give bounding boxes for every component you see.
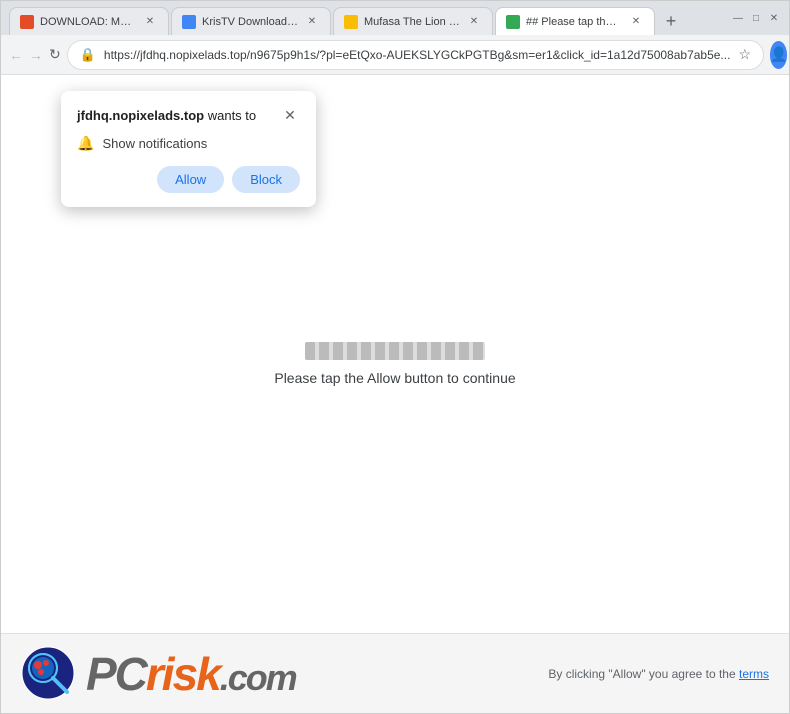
bottom-branding: PCrisk.com By clicking "Allow" you agree…: [1, 633, 789, 713]
tab-3-close[interactable]: ✕: [466, 14, 482, 30]
permission-popup: jfdhq.nopixelads.top wants to ✕ 🔔 Show n…: [61, 91, 316, 207]
risk-text: risk: [146, 651, 220, 697]
tab-4-favicon: [506, 15, 520, 29]
page-content: jfdhq.nopixelads.top wants to ✕ 🔔 Show n…: [1, 75, 789, 713]
url-text: https://jfdhq.nopixelads.top/n9675p9h1s/…: [104, 48, 731, 62]
refresh-icon: ↻: [49, 46, 61, 63]
pcrisk-logo-icon: [21, 646, 76, 701]
tab-1-favicon: [20, 15, 34, 29]
tab-3-label: Mufasa The Lion Kin...: [364, 16, 460, 28]
popup-close-icon: ✕: [284, 107, 296, 124]
popup-header: jfdhq.nopixelads.top wants to ✕: [77, 105, 300, 125]
refresh-button[interactable]: ↻: [49, 41, 61, 69]
loading-text: Please tap the Allow button to continue: [274, 370, 515, 386]
tab-1-close[interactable]: ✕: [142, 14, 158, 30]
address-bar[interactable]: 🔒 https://jfdhq.nopixelads.top/n9675p9h1…: [67, 40, 764, 70]
back-button[interactable]: ←: [9, 41, 23, 69]
profile-button[interactable]: 👤: [770, 41, 787, 69]
notification-text: Show notifications: [102, 136, 207, 151]
nav-bar: ← → ↻ 🔒 https://jfdhq.nopixelads.top/n96…: [1, 35, 789, 75]
new-tab-button[interactable]: +: [657, 7, 685, 35]
tab-4-close[interactable]: ✕: [628, 14, 644, 30]
tab-2-favicon: [182, 15, 196, 29]
profile-icon: 👤: [770, 46, 787, 63]
popup-close-button[interactable]: ✕: [280, 105, 300, 125]
bottom-terms: By clicking "Allow" you agree to the ter…: [548, 667, 769, 681]
tab-2-label: KrisTV Download Pa...: [202, 16, 298, 28]
block-button[interactable]: Block: [232, 166, 300, 193]
forward-icon: →: [29, 47, 43, 63]
pc-text: PC: [86, 651, 146, 697]
bell-icon: 🔔: [77, 135, 94, 152]
logo-area: PCrisk.com: [21, 646, 296, 701]
popup-title: jfdhq.nopixelads.top wants to: [77, 108, 256, 123]
tab-4[interactable]: ## Please tap the All... ✕: [495, 7, 655, 35]
tab-2-close[interactable]: ✕: [304, 14, 320, 30]
loading-section: Please tap the Allow button to continue: [274, 342, 515, 386]
tab-1[interactable]: DOWNLOAD: Mufasa... ✕: [9, 7, 169, 35]
popup-title-suffix: wants to: [204, 108, 256, 123]
minimize-button[interactable]: —: [731, 11, 745, 25]
title-bar: DOWNLOAD: Mufasa... ✕ KrisTV Download Pa…: [1, 1, 789, 35]
tab-3[interactable]: Mufasa The Lion Kin... ✕: [333, 7, 493, 35]
close-button[interactable]: ✕: [767, 11, 781, 25]
lock-icon: 🔒: [80, 47, 96, 63]
allow-button[interactable]: Allow: [157, 166, 224, 193]
com-text: .com: [220, 660, 296, 696]
popup-buttons: Allow Block: [77, 166, 300, 193]
forward-button[interactable]: →: [29, 41, 43, 69]
tab-3-favicon: [344, 15, 358, 29]
popup-domain: jfdhq.nopixelads.top: [77, 108, 204, 123]
tab-bar: DOWNLOAD: Mufasa... ✕ KrisTV Download Pa…: [9, 1, 719, 35]
tab-1-label: DOWNLOAD: Mufasa...: [40, 16, 136, 28]
terms-link[interactable]: terms: [739, 667, 769, 681]
window-controls: — □ ✕: [731, 11, 781, 25]
browser-window: DOWNLOAD: Mufasa... ✕ KrisTV Download Pa…: [0, 0, 790, 714]
tab-2[interactable]: KrisTV Download Pa... ✕: [171, 7, 331, 35]
maximize-button[interactable]: □: [749, 11, 763, 25]
back-icon: ←: [9, 47, 23, 63]
popup-notification-row: 🔔 Show notifications: [77, 135, 300, 152]
loading-bar: [305, 342, 485, 360]
terms-text: By clicking "Allow" you agree to the: [548, 667, 735, 681]
bookmark-icon[interactable]: ☆: [738, 46, 751, 63]
tab-4-label: ## Please tap the All...: [526, 16, 622, 28]
pc-logo-text: PCrisk.com: [86, 651, 296, 697]
